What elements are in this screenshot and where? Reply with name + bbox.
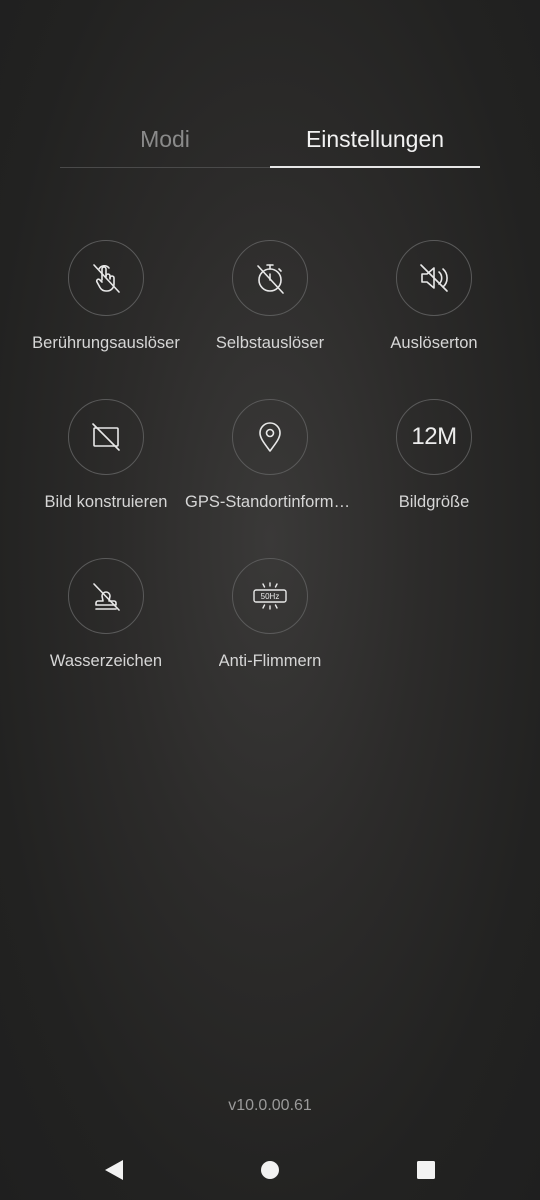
app-version: v10.0.00.61 [228, 1097, 312, 1114]
setting-label: Selbstauslöser [215, 334, 325, 352]
recent-apps-icon[interactable] [412, 1156, 440, 1184]
sound-off-icon [396, 240, 472, 316]
tab-settings[interactable]: Einstellungen [270, 110, 480, 168]
setting-label: Bild konstruieren [44, 493, 168, 511]
setting-label: Wasserzeichen [49, 652, 163, 670]
setting-gps-location[interactable]: GPS-Standortinforma… [185, 399, 355, 558]
setting-touch-shutter[interactable]: Berührungsauslöser [24, 240, 188, 399]
setting-shutter-sound[interactable]: Auslöserton [352, 240, 516, 399]
setting-label: GPS-Standortinforma… [185, 493, 355, 511]
timer-off-icon [232, 240, 308, 316]
setting-self-timer[interactable]: Selbstauslöser [188, 240, 352, 399]
home-icon[interactable] [256, 1156, 284, 1184]
setting-label: Berührungsauslöser [32, 334, 180, 352]
anti-flicker-icon: 50Hz [232, 558, 308, 634]
settings-grid: Berührungsauslöser Selbstauslöser Auslös… [24, 240, 516, 717]
navigation-bar [0, 1140, 540, 1200]
frame-off-icon [68, 399, 144, 475]
touch-off-icon [68, 240, 144, 316]
setting-label: Anti-Flimmern [218, 652, 322, 670]
tab-bar: Modi Einstellungen [60, 110, 480, 168]
setting-anti-flicker[interactable]: 50Hz Anti-Flimmern [188, 558, 352, 717]
image-size-icon: 12M [396, 399, 472, 475]
back-icon[interactable] [100, 1156, 128, 1184]
setting-composition-grid[interactable]: Bild konstruieren [24, 399, 188, 558]
anti-flicker-value: 50Hz [260, 592, 280, 601]
location-pin-icon [232, 399, 308, 475]
setting-label: Bildgröße [398, 493, 470, 511]
setting-watermark[interactable]: Wasserzeichen [24, 558, 188, 717]
tab-modes[interactable]: Modi [60, 110, 270, 168]
camera-settings-screen: Modi Einstellungen Berührungsauslöser Se… [0, 0, 540, 1200]
setting-label: Auslöserton [390, 334, 478, 352]
watermark-off-icon [68, 558, 144, 634]
image-size-value: 12M [411, 423, 457, 450]
setting-image-size[interactable]: 12M Bildgröße [352, 399, 516, 558]
